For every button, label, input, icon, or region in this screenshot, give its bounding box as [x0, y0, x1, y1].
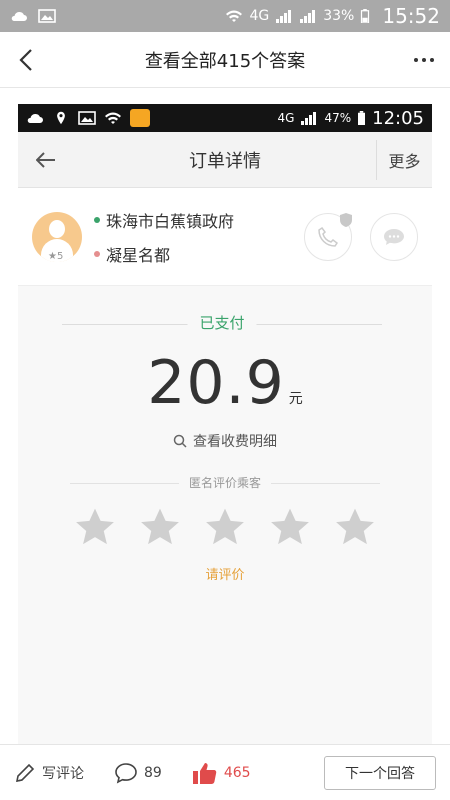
thumbs-up-icon [192, 762, 217, 784]
status-bar: 4G 33% 15:52 [0, 0, 450, 32]
search-icon [173, 434, 187, 448]
order-title: 订单详情 [189, 150, 261, 172]
pencil-icon [15, 763, 35, 782]
chat-bubble-icon [384, 228, 404, 245]
end-address-text: 凝星名都 [106, 245, 171, 265]
start-address: 珠海市白蕉镇政府 [94, 208, 234, 232]
rating-badge: ★5 [46, 250, 66, 262]
rating-value: 5 [56, 250, 64, 262]
payment-section: 已支付 20.9 元 查看收费明细 匿名评价乘客 请评价 [18, 286, 432, 744]
payment-status-line: 已支付 [62, 312, 382, 336]
message-button[interactable] [370, 212, 418, 261]
inner-status-bar: 4G 47% 12:05 [18, 104, 432, 132]
didi-app-icon [130, 109, 150, 127]
star-icon[interactable] [74, 506, 116, 548]
battery-icon [361, 9, 370, 23]
more-dot-icon [422, 57, 426, 62]
arrow-left-icon [36, 151, 55, 168]
star-icon[interactable] [269, 506, 311, 548]
weather-icon [11, 11, 27, 21]
weather-icon [27, 113, 43, 123]
phone-icon [318, 226, 339, 247]
more-dot-icon [430, 57, 434, 62]
inner-clock: 12:05 [372, 107, 424, 129]
star-icon[interactable] [334, 506, 376, 548]
write-comment-label: 写评论 [42, 765, 84, 782]
network-label: 4G [249, 8, 270, 24]
fare-unit: 元 [288, 391, 303, 407]
end-dot-icon [94, 250, 100, 257]
inner-network-label: 4G [277, 111, 295, 125]
start-dot-icon [94, 216, 100, 223]
back-button[interactable] [0, 32, 52, 88]
comments-button[interactable]: 89 [114, 762, 162, 784]
wifi-icon [105, 112, 121, 124]
payment-status: 已支付 [187, 312, 257, 333]
chevron-left-icon [19, 48, 32, 71]
bottom-action-bar: 写评论 89 465 下一个回答 [0, 744, 450, 800]
page-title: 查看全部415个答案 [144, 50, 306, 72]
contact-actions [304, 212, 418, 261]
order-header: 订单详情 更多 [18, 132, 432, 188]
answer-image[interactable]: 4G 47% 12:05 订单详情 更多 ★5 珠海市白蕉镇政府 凝星名都 已支… [18, 104, 432, 744]
battery-percent: 33% [323, 8, 355, 24]
comment-count: 89 [144, 764, 162, 781]
clock: 15:52 [382, 4, 440, 28]
rating-title: 匿名评价乘客 [178, 474, 272, 491]
order-more-button[interactable]: 更多 [376, 139, 432, 180]
fare-amount: 20.9 元 [18, 348, 432, 418]
end-address: 凝星名都 [94, 242, 234, 266]
app-header: 查看全部415个答案 [0, 32, 450, 88]
rating-prompt: 请评价 [205, 568, 245, 583]
location-pin-icon [57, 111, 65, 125]
rating-section-header: 匿名评价乘客 [70, 474, 380, 492]
avatar: ★5 [32, 211, 82, 262]
fare-value: 20.9 [147, 348, 285, 418]
star-icon[interactable] [204, 506, 246, 548]
driver-info: ★5 珠海市白蕉镇政府 凝星名都 [18, 188, 432, 286]
route: 珠海市白蕉镇政府 凝星名都 [94, 208, 234, 266]
more-dot-icon [414, 57, 418, 62]
signal-icon [276, 10, 292, 23]
fare-detail-link[interactable]: 查看收费明细 [18, 431, 432, 451]
avatar-head [49, 219, 65, 238]
order-back-button[interactable] [18, 132, 74, 188]
comment-bubble-icon [115, 762, 137, 783]
image-icon [78, 111, 96, 125]
star-icon[interactable] [139, 506, 181, 548]
shield-icon [340, 212, 352, 227]
fare-detail-text: 查看收费明细 [193, 434, 277, 450]
start-address-text: 珠海市白蕉镇政府 [106, 211, 235, 231]
next-answer-button[interactable]: 下一个回答 [324, 755, 436, 790]
write-comment-button[interactable]: 写评论 [14, 762, 84, 784]
call-button[interactable] [304, 212, 352, 261]
wifi-icon [226, 10, 243, 22]
like-count: 465 [223, 764, 251, 781]
more-options-button[interactable] [398, 32, 450, 88]
signal-icon-2 [300, 10, 316, 23]
like-button[interactable]: 465 [192, 761, 251, 785]
image-icon [38, 9, 56, 23]
battery-icon [358, 111, 366, 125]
inner-battery-percent: 47% [324, 111, 352, 125]
star-rating [74, 506, 376, 548]
signal-icon [301, 112, 317, 125]
